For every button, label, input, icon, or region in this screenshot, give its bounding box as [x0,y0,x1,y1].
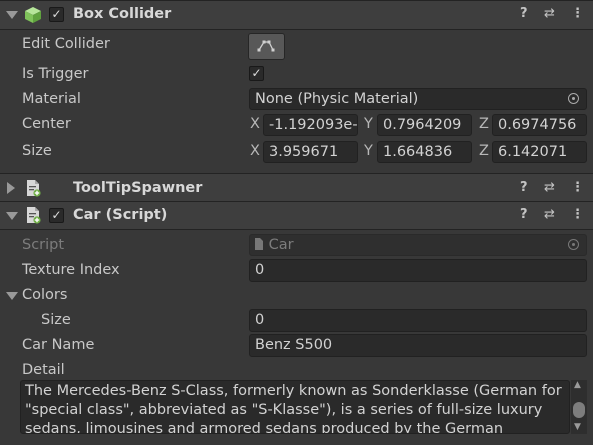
size-x-axis-label[interactable]: X [250,143,260,159]
material-field[interactable]: None (Physic Material) [249,88,587,110]
size-z-input[interactable]: 6.142071 [492,141,587,163]
size-y-axis-label[interactable]: Y [364,143,373,159]
component-title: Box Collider [73,6,172,22]
script-icon [27,180,41,197]
script-value: Car [268,237,294,253]
center-y-input[interactable]: 0.7964209 [377,114,472,136]
texture-index-label: Texture Index [22,262,120,278]
box-collider-enabled-checkbox[interactable]: ✓ [49,7,64,22]
edit-collider-label: Edit Collider [22,36,110,52]
scroll-down-arrow[interactable]: ▼ [574,422,581,432]
size-label: Size [22,143,52,159]
foldout-expanded-icon[interactable] [6,11,18,19]
colors-size-input[interactable]: 0 [249,309,587,332]
detail-textarea[interactable]: The Mercedes-Benz S-Class, formerly know… [20,380,570,434]
presets-icon[interactable]: ⇄ [544,6,555,21]
component-title: ToolTipSpawner [73,180,203,196]
material-value: None (Physic Material) [255,91,419,107]
foldout-collapsed-icon[interactable] [7,182,15,194]
script-field: Car [249,234,587,256]
center-y-axis-label[interactable]: Y [364,116,373,132]
context-menu-icon[interactable]: ⋮ [571,6,584,21]
help-icon[interactable]: ? [520,180,528,195]
colors-label[interactable]: Colors [22,287,67,303]
center-z-axis-label[interactable]: Z [479,116,489,132]
colors-size-label: Size [41,312,71,328]
object-picker-icon[interactable] [568,93,579,104]
divider [0,229,593,230]
script-icon [27,207,41,224]
material-label: Material [22,91,81,107]
script-label: Script [22,237,65,253]
size-x-input[interactable]: 3.959671 [263,141,358,163]
foldout-expanded-icon[interactable] [6,212,18,220]
size-y-input[interactable]: 1.664836 [377,141,472,163]
texture-index-input[interactable]: 0 [249,259,587,282]
car-name-label: Car Name [22,337,95,353]
car-script-enabled-checkbox[interactable]: ✓ [49,208,64,223]
edit-collider-icon [257,40,275,52]
script-file-icon [255,238,263,250]
presets-icon[interactable]: ⇄ [544,207,555,222]
edit-collider-button[interactable] [248,33,285,60]
help-icon[interactable]: ? [520,207,528,222]
context-menu-icon[interactable]: ⋮ [571,207,584,222]
size-z-axis-label[interactable]: Z [479,143,489,159]
detail-label: Detail [22,362,65,378]
context-menu-icon[interactable]: ⋮ [571,180,584,195]
scroll-thumb[interactable] [573,402,585,418]
divider [0,29,593,30]
is-trigger-label: Is Trigger [22,66,89,82]
center-z-input[interactable]: 0.6974756 [492,114,587,136]
presets-icon[interactable]: ⇄ [544,180,555,195]
scroll-up-arrow[interactable]: ▲ [574,380,581,390]
center-x-input[interactable]: -1.192093e- [263,114,358,136]
box-collider-icon [25,7,41,23]
object-picker-icon [568,239,579,250]
center-x-axis-label[interactable]: X [250,116,260,132]
is-trigger-checkbox[interactable]: ✓ [249,66,264,81]
car-name-input[interactable]: Benz S500 [249,334,587,357]
component-title: Car (Script) [73,207,168,223]
center-label: Center [22,116,71,132]
help-icon[interactable]: ? [520,6,528,21]
detail-scrollbar[interactable]: ▲ ▼ [571,380,587,434]
colors-foldout-icon[interactable] [6,292,18,300]
